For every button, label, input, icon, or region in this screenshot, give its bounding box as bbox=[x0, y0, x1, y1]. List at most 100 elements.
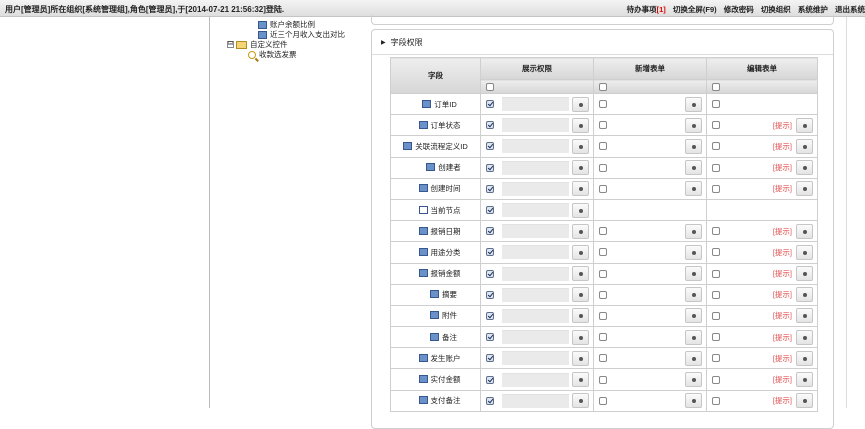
new-settings-button[interactable] bbox=[685, 160, 702, 176]
show-scope-field[interactable] bbox=[502, 203, 569, 218]
new-settings-button[interactable] bbox=[685, 287, 702, 303]
show-settings-button[interactable] bbox=[572, 266, 589, 282]
edit-settings-button[interactable] bbox=[796, 160, 813, 176]
show-scope-field[interactable] bbox=[502, 160, 569, 175]
new-settings-button[interactable] bbox=[685, 350, 702, 366]
show-settings-button[interactable] bbox=[572, 393, 589, 409]
show-scope-field[interactable] bbox=[502, 287, 569, 302]
edit-checkbox[interactable] bbox=[712, 248, 720, 257]
show-checkbox[interactable] bbox=[486, 354, 494, 363]
show-settings-button[interactable] bbox=[572, 308, 589, 324]
new-checkbox[interactable] bbox=[599, 184, 607, 193]
hint-link[interactable]: [提示] bbox=[773, 183, 792, 194]
edit-settings-button[interactable] bbox=[796, 138, 813, 154]
hint-link[interactable]: [提示] bbox=[773, 141, 792, 152]
hint-link[interactable]: [提示] bbox=[773, 374, 792, 385]
edit-settings-button[interactable] bbox=[796, 308, 813, 324]
edit-settings-button[interactable] bbox=[796, 287, 813, 303]
todo-link[interactable]: 待办事项[1] bbox=[622, 5, 666, 14]
edit-checkbox[interactable] bbox=[712, 396, 720, 405]
new-checkbox[interactable] bbox=[599, 100, 607, 109]
hint-link[interactable]: [提示] bbox=[773, 120, 792, 131]
show-checkbox[interactable] bbox=[486, 206, 494, 215]
show-scope-field[interactable] bbox=[502, 308, 569, 323]
edit-settings-button[interactable] bbox=[796, 181, 813, 197]
right-scrollbar[interactable] bbox=[846, 17, 865, 408]
edit-checkbox[interactable] bbox=[712, 354, 720, 363]
hint-link[interactable]: [提示] bbox=[773, 289, 792, 300]
new-checkbox[interactable] bbox=[599, 354, 607, 363]
show-checkbox[interactable] bbox=[486, 311, 494, 320]
collapse-toggle[interactable]: ⊟ bbox=[227, 41, 234, 48]
edit-checkbox[interactable] bbox=[712, 142, 720, 151]
edit-checkbox[interactable] bbox=[712, 227, 720, 236]
show-checkbox[interactable] bbox=[486, 184, 494, 193]
show-scope-field[interactable] bbox=[502, 330, 569, 345]
edit-settings-button[interactable] bbox=[796, 266, 813, 282]
new-settings-button[interactable] bbox=[685, 372, 702, 388]
logout-link[interactable]: 退出系统 bbox=[835, 5, 865, 14]
section-header[interactable]: ▶ 字段权限 bbox=[381, 37, 423, 48]
edit-settings-button[interactable] bbox=[796, 244, 813, 260]
edit-settings-button[interactable] bbox=[796, 329, 813, 345]
new-checkbox[interactable] bbox=[599, 163, 607, 172]
show-settings-button[interactable] bbox=[572, 96, 589, 112]
show-settings-button[interactable] bbox=[572, 202, 589, 218]
new-checkbox[interactable] bbox=[599, 248, 607, 257]
edit-settings-button[interactable] bbox=[796, 117, 813, 133]
new-checkbox[interactable] bbox=[599, 396, 607, 405]
edit-checkbox[interactable] bbox=[712, 290, 720, 299]
new-checkbox[interactable] bbox=[599, 121, 607, 130]
show-checkbox[interactable] bbox=[486, 142, 494, 151]
new-checkbox[interactable] bbox=[599, 227, 607, 236]
new-settings-button[interactable] bbox=[685, 266, 702, 282]
system-maintenance-link[interactable]: 系统维护 bbox=[798, 5, 828, 14]
show-scope-field[interactable] bbox=[502, 351, 569, 366]
show-checkbox[interactable] bbox=[486, 248, 494, 257]
edit-checkbox[interactable] bbox=[712, 375, 720, 384]
fullscreen-link[interactable]: 切换全屏(F9) bbox=[673, 5, 717, 14]
show-settings-button[interactable] bbox=[572, 223, 589, 239]
show-checkbox[interactable] bbox=[486, 396, 494, 405]
show-settings-button[interactable] bbox=[572, 160, 589, 176]
show-settings-button[interactable] bbox=[572, 181, 589, 197]
show-scope-field[interactable] bbox=[502, 97, 569, 112]
show-checkbox[interactable] bbox=[486, 163, 494, 172]
edit-checkbox[interactable] bbox=[712, 100, 720, 109]
edit-checkbox[interactable] bbox=[712, 333, 720, 342]
change-password-link[interactable]: 修改密码 bbox=[724, 5, 754, 14]
new-checkbox[interactable] bbox=[599, 269, 607, 278]
show-scope-field[interactable] bbox=[502, 372, 569, 387]
hint-link[interactable]: [提示] bbox=[773, 310, 792, 321]
show-scope-field[interactable] bbox=[502, 245, 569, 260]
edit-checkbox[interactable] bbox=[712, 184, 720, 193]
switch-org-link[interactable]: 切换组织 bbox=[761, 5, 791, 14]
new-settings-button[interactable] bbox=[685, 181, 702, 197]
new-checkbox[interactable] bbox=[599, 333, 607, 342]
show-scope-field[interactable] bbox=[502, 118, 569, 133]
new-checkbox[interactable] bbox=[599, 375, 607, 384]
show-scope-field[interactable] bbox=[502, 181, 569, 196]
new-settings-button[interactable] bbox=[685, 244, 702, 260]
new-checkbox[interactable] bbox=[599, 290, 607, 299]
show-settings-button[interactable] bbox=[572, 244, 589, 260]
new-settings-button[interactable] bbox=[685, 223, 702, 239]
select-all-edit-checkbox[interactable] bbox=[712, 82, 720, 91]
edit-checkbox[interactable] bbox=[712, 121, 720, 130]
edit-settings-button[interactable] bbox=[796, 223, 813, 239]
show-settings-button[interactable] bbox=[572, 117, 589, 133]
show-settings-button[interactable] bbox=[572, 372, 589, 388]
show-scope-field[interactable] bbox=[502, 224, 569, 239]
new-settings-button[interactable] bbox=[685, 329, 702, 345]
show-checkbox[interactable] bbox=[486, 227, 494, 236]
show-settings-button[interactable] bbox=[572, 138, 589, 154]
edit-settings-button[interactable] bbox=[796, 372, 813, 388]
show-checkbox[interactable] bbox=[486, 333, 494, 342]
hint-link[interactable]: [提示] bbox=[773, 162, 792, 173]
show-settings-button[interactable] bbox=[572, 329, 589, 345]
show-checkbox[interactable] bbox=[486, 290, 494, 299]
hint-link[interactable]: [提示] bbox=[773, 247, 792, 258]
show-scope-field[interactable] bbox=[502, 393, 569, 408]
hint-link[interactable]: [提示] bbox=[773, 268, 792, 279]
new-checkbox[interactable] bbox=[599, 311, 607, 320]
